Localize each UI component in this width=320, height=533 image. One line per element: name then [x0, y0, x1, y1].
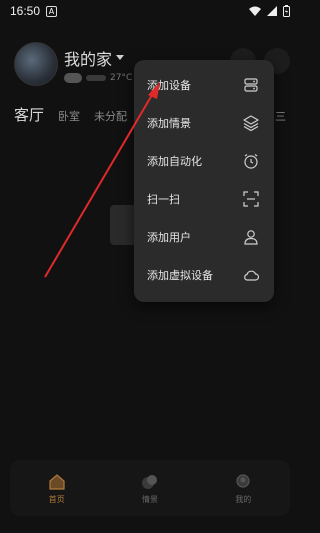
bottom-nav: 首页 情景 我的 [10, 460, 290, 516]
home-name: 我的家 [64, 49, 113, 69]
status-bar: 16:50 A [0, 0, 300, 22]
cloud-weather-icon [64, 72, 82, 83]
temperature: 27°C [110, 72, 133, 83]
menu-item-label: 扫一扫 [147, 193, 180, 206]
weather-row: 27°C [64, 72, 133, 83]
nav-label: 情景 [141, 494, 158, 504]
user-icon [244, 230, 258, 245]
nav-label: 首页 [48, 494, 65, 504]
menu-item-add-user[interactable]: 添加用户 [134, 218, 274, 256]
scene-icon [141, 474, 157, 489]
menu-item-add-scene[interactable]: 添加情景 [134, 104, 274, 142]
notification-icon: A [46, 5, 58, 17]
menu-item-add-virtual-device[interactable]: 添加虚拟设备 [134, 256, 274, 294]
menu-item-add-automation[interactable]: 添加自动化 [134, 142, 274, 180]
room-more-icon[interactable]: 三 [275, 108, 286, 124]
add-device-icon [244, 78, 258, 92]
battery-icon [283, 5, 290, 17]
nav-scene[interactable]: 情景 [120, 472, 180, 505]
wifi-icon [249, 6, 261, 16]
menu-item-add-device[interactable]: 添加设备 [134, 66, 274, 104]
menu-item-label: 添加设备 [147, 79, 191, 92]
home-icon [49, 473, 65, 490]
nav-label: 我的 [235, 494, 252, 504]
location-blurred [86, 74, 106, 81]
chevron-down-icon [116, 55, 125, 60]
menu-item-label: 添加情景 [147, 117, 191, 130]
nav-profile[interactable]: 我的 [213, 472, 273, 505]
layers-icon [243, 115, 259, 132]
add-menu: 添加设备 添加情景 添加自动化 扫一扫 添加用户 添加虚拟设备 [134, 60, 274, 302]
tab-unassigned[interactable]: 未分配 [94, 108, 127, 124]
cloud-icon [244, 270, 260, 281]
nav-home[interactable]: 首页 [27, 472, 87, 505]
system-icons [249, 5, 290, 17]
menu-item-label: 添加自动化 [147, 155, 202, 168]
menu-item-scan[interactable]: 扫一扫 [134, 180, 274, 218]
alarm-clock-icon [244, 154, 258, 169]
menu-item-label: 添加虚拟设备 [147, 269, 213, 282]
signal-icon [267, 6, 277, 16]
room-tabs: 客厅 卧室 未分配 [14, 104, 127, 125]
home-header: 我的家 27°C [14, 42, 132, 86]
clock: 16:50 [10, 4, 41, 18]
home-info: 我的家 27°C [64, 46, 132, 83]
scan-icon [243, 191, 259, 207]
tab-bedroom[interactable]: 卧室 [58, 108, 80, 124]
tab-living-room[interactable]: 客厅 [14, 104, 44, 125]
home-selector[interactable]: 我的家 [64, 46, 132, 70]
home-avatar[interactable] [14, 42, 58, 86]
profile-icon [236, 473, 250, 488]
menu-item-label: 添加用户 [147, 231, 191, 244]
